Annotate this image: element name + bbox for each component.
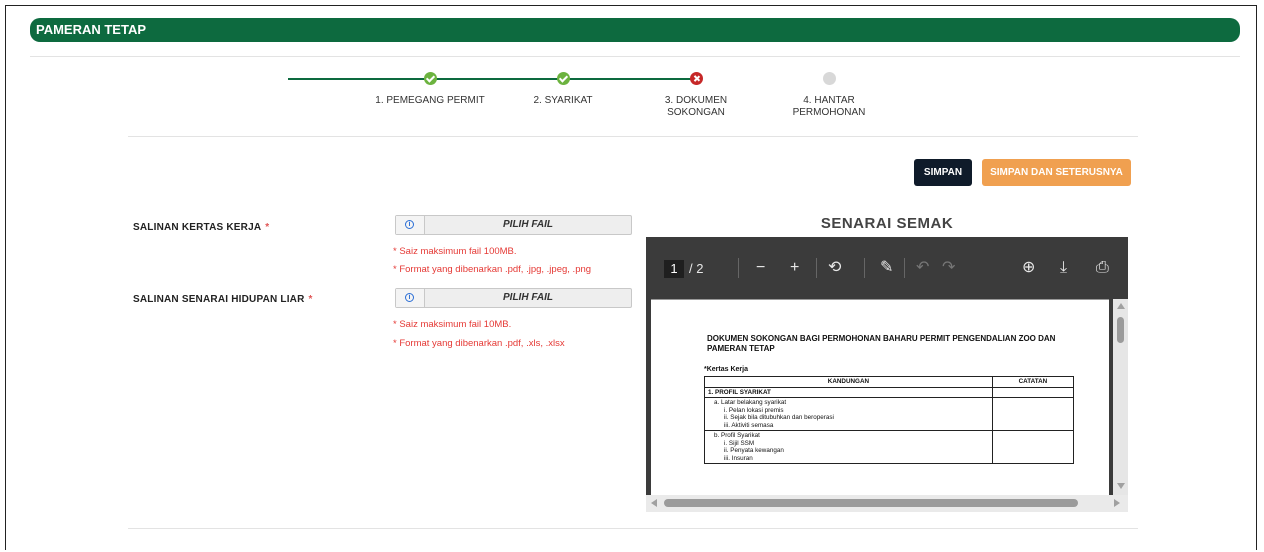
content-cell: b. Profil Syarikat i. Sijil SSM ii. Peny… — [704, 430, 993, 464]
note-cell — [991, 430, 1075, 464]
list-item: a. Latar belakang syarikat — [714, 399, 787, 406]
save-button[interactable]: SIMPAN — [914, 159, 972, 186]
step-pending-icon — [823, 72, 836, 85]
step-label-1[interactable]: 1. PEMEGANG PERMIT — [365, 95, 495, 107]
save-and-continue-button[interactable]: SIMPAN DAN SETERUSNYA — [982, 159, 1131, 186]
download-icon[interactable]: ⤓ — [1060, 258, 1067, 278]
redo-icon[interactable]: ↷ — [942, 258, 955, 278]
scroll-right-icon[interactable] — [1114, 499, 1120, 507]
toolbar-separator — [864, 258, 865, 278]
table-row: b. Profil Syarikat i. Sijil SSM ii. Peny… — [704, 430, 1075, 464]
note-cell — [991, 386, 1075, 398]
document-title: DOKUMEN SOKONGAN BAGI PERMOHONAN BAHARU … — [707, 334, 1056, 353]
step-complete-icon — [557, 72, 570, 85]
toolbar-separator — [904, 258, 905, 278]
field-label-text: SALINAN KERTAS KERJA — [133, 222, 262, 233]
step-label-4[interactable]: 4. HANTAR PERMOHONAN — [784, 95, 874, 119]
step-label-3[interactable]: 3. DOKUMEN SOKONGAN — [651, 95, 741, 119]
table-row: a. Latar belakang syarikat i. Pelan loka… — [704, 397, 1075, 431]
table-header-row: KANDUNGAN CATATAN — [704, 376, 1075, 388]
document-table: KANDUNGAN CATATAN 1. PROFIL SYARIKAT a. … — [704, 376, 1075, 464]
pdf-toolbar: 1 / 2 − + ⟲ ✎ ↶ ↷ ⊕ ⤓ ⎙ — [646, 237, 1128, 297]
list-item: ii. Sejak bila ditubuhkan dan beroperasi — [724, 414, 834, 421]
stepper-line — [288, 78, 428, 80]
info-button[interactable]: i — [396, 216, 425, 234]
zoom-out-icon[interactable]: − — [756, 258, 765, 278]
step-label-2[interactable]: 2. SYARIKAT — [498, 95, 628, 107]
pdf-page: DOKUMEN SOKONGAN BAGI PERMOHONAN BAHARU … — [651, 299, 1109, 500]
document-subtitle: *Kertas Kerja — [704, 366, 748, 373]
file-format-hint: * Format yang dibenarkan .pdf, .xls, .xl… — [393, 338, 565, 349]
rotate-icon[interactable]: ⟲ — [828, 258, 841, 278]
stepper-line — [430, 78, 563, 80]
file-size-hint: * Saiz maksimum fail 100MB. — [393, 246, 517, 257]
table-row: 1. PROFIL SYARIKAT — [704, 386, 1075, 398]
add-text-icon[interactable]: ⊕ — [1022, 258, 1035, 278]
choose-file-button[interactable]: PILIH FAIL — [425, 289, 631, 307]
step-error-icon — [690, 72, 703, 85]
info-button[interactable]: i — [396, 289, 425, 307]
list-item: b. Profil Syarikat — [714, 432, 760, 439]
pdf-viewer[interactable]: 1 / 2 − + ⟲ ✎ ↶ ↷ ⊕ ⤓ ⎙ DOKUMEN SOKONGAN… — [646, 237, 1128, 512]
file-format-hint: * Format yang dibenarkan .pdf, .jpg, .jp… — [393, 264, 592, 275]
print-icon[interactable]: ⎙ — [1096, 258, 1109, 278]
choose-file-button[interactable]: PILIH FAIL — [425, 216, 631, 234]
field-label-kertas-kerja: SALINAN KERTAS KERJA * — [133, 222, 269, 233]
vertical-scrollbar[interactable] — [1113, 299, 1128, 495]
file-input-senarai-hidupan-liar[interactable]: i PILIH FAIL — [395, 288, 632, 308]
draw-icon[interactable]: ✎ — [880, 258, 893, 278]
scroll-thumb[interactable] — [1117, 317, 1124, 343]
divider — [128, 528, 1138, 529]
section-header: PAMERAN TETAP — [30, 18, 1240, 42]
field-label-senarai-hidupan-liar: SALINAN SENARAI HIDUPAN LIAR * — [133, 294, 313, 305]
info-icon: i — [405, 293, 414, 302]
info-icon: i — [405, 220, 414, 229]
field-label-text: SALINAN SENARAI HIDUPAN LIAR — [133, 294, 305, 305]
required-mark: * — [265, 222, 270, 233]
checklist-title: SENARAI SEMAK — [820, 215, 954, 232]
toolbar-separator — [738, 258, 739, 278]
column-header: KANDUNGAN — [704, 376, 993, 388]
list-item: iii. Aktiviti semasa — [724, 421, 774, 429]
required-mark: * — [308, 294, 313, 305]
content-cell: a. Latar belakang syarikat i. Pelan loka… — [704, 397, 993, 431]
horizontal-scrollbar[interactable] — [646, 495, 1128, 512]
page-total: / 2 — [689, 261, 704, 276]
zoom-in-icon[interactable]: + — [790, 258, 799, 278]
divider — [30, 56, 1240, 57]
section-cell: 1. PROFIL SYARIKAT — [704, 386, 993, 398]
scroll-down-icon[interactable] — [1117, 483, 1125, 489]
undo-icon[interactable]: ↶ — [916, 258, 929, 278]
step-complete-icon — [424, 72, 437, 85]
scroll-up-icon[interactable] — [1117, 303, 1125, 309]
scroll-thumb[interactable] — [664, 499, 1078, 507]
divider — [128, 136, 1138, 137]
list-item: ii. Penyata kewangan — [724, 447, 784, 454]
note-cell — [991, 397, 1075, 431]
list-item: iii. Insuran — [724, 454, 753, 462]
file-input-kertas-kerja[interactable]: i PILIH FAIL — [395, 215, 632, 235]
column-header: CATATAN — [991, 376, 1075, 388]
list-item: i. Pelan lokasi premis — [724, 406, 784, 414]
toolbar-separator — [816, 258, 817, 278]
scroll-left-icon[interactable] — [651, 499, 657, 507]
stepper-line — [565, 78, 693, 80]
list-item: i. Sijil SSM — [724, 439, 755, 447]
file-size-hint: * Saiz maksimum fail 10MB. — [393, 319, 512, 330]
page-number-input[interactable]: 1 — [664, 260, 684, 278]
